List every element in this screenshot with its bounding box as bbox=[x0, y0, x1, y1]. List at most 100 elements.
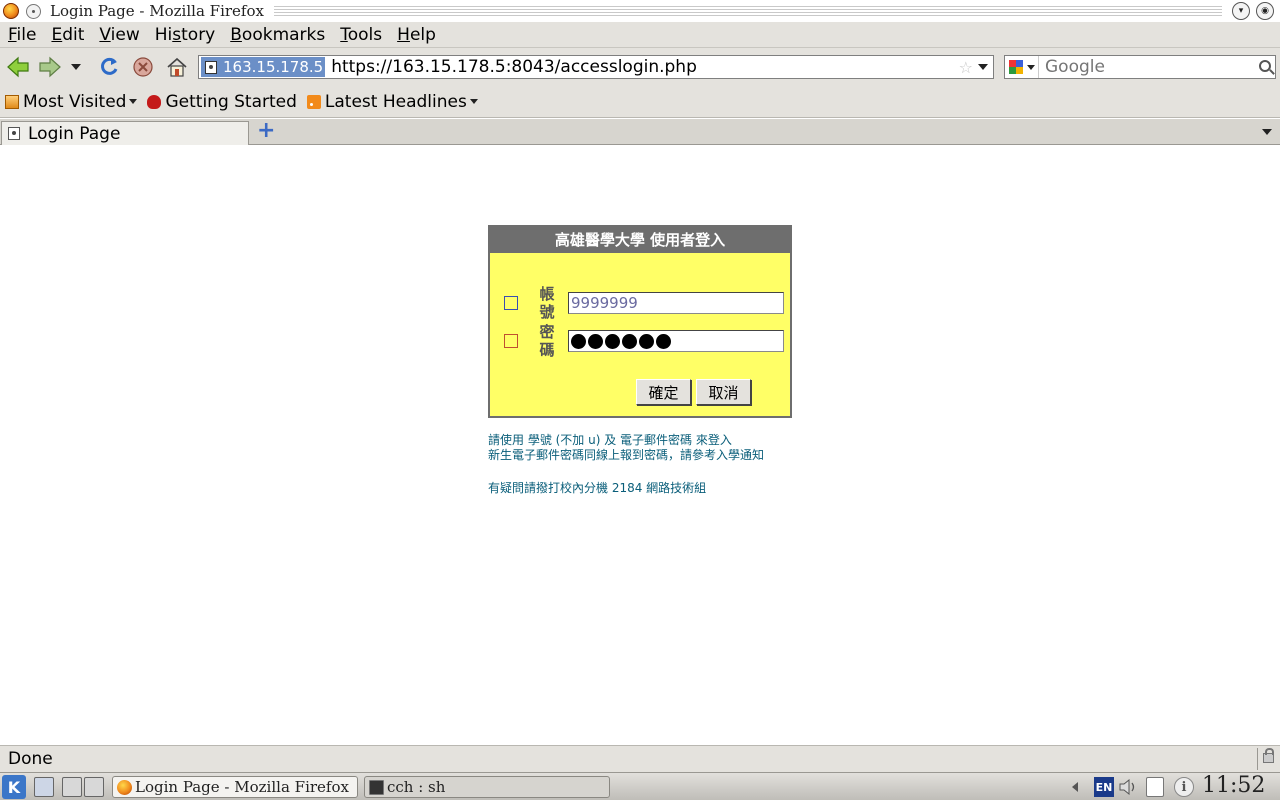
cancel-button[interactable]: 取消 bbox=[696, 379, 751, 405]
bookmark-label: Latest Headlines bbox=[324, 91, 467, 112]
password-mask-dot bbox=[588, 334, 603, 349]
menu-edit[interactable]: Edit bbox=[51, 25, 84, 45]
site-identity-label: 163.15.178.5 bbox=[223, 58, 324, 76]
tab-list-dropdown-icon[interactable] bbox=[1262, 129, 1272, 135]
menu-label: ile bbox=[16, 24, 37, 45]
account-label: 帳號 bbox=[539, 285, 555, 321]
pager-desktop-1-icon[interactable] bbox=[62, 777, 82, 797]
menu-label: Hi bbox=[154, 24, 173, 45]
terminal-icon bbox=[369, 779, 384, 795]
help-contact-note: 有疑問請撥打校內分機 2184 網路技術組 bbox=[488, 481, 707, 495]
bookmark-label: Most Visited bbox=[23, 91, 127, 112]
url-input[interactable]: https://163.15.178.5:8043/accesslogin.ph… bbox=[331, 57, 697, 77]
menu-help[interactable]: Help bbox=[397, 25, 436, 45]
password-row: 密碼 bbox=[504, 323, 784, 359]
status-bar: Done bbox=[0, 745, 1280, 772]
menubar: File Edit View History Bookmarks Tools H… bbox=[0, 22, 1280, 48]
menu-view[interactable]: View bbox=[99, 25, 139, 45]
bookmark-getting-started[interactable]: Getting Started bbox=[147, 91, 297, 112]
tray-expand-icon[interactable] bbox=[1072, 782, 1078, 792]
volume-icon[interactable] bbox=[1118, 779, 1138, 795]
stop-button[interactable] bbox=[130, 54, 156, 80]
menu-tools[interactable]: Tools bbox=[340, 25, 382, 45]
menu-label: dit bbox=[62, 24, 85, 45]
back-arrow-icon bbox=[7, 56, 29, 78]
login-form: 高雄醫學大學 使用者登入 帳號 密碼 確定 取消 bbox=[488, 225, 792, 418]
forward-button[interactable] bbox=[37, 54, 63, 80]
pager-desktop-2-icon[interactable] bbox=[84, 777, 104, 797]
new-student-note: 新生電子郵件密碼同線上報到密碼，請參考入學通知 bbox=[488, 448, 765, 462]
keyboard-layout-indicator[interactable]: EN bbox=[1094, 777, 1114, 797]
search-icon[interactable] bbox=[1259, 60, 1271, 72]
chevron-down-icon bbox=[1027, 64, 1035, 70]
menu-label: tory bbox=[181, 24, 216, 45]
task-firefox[interactable]: Login Page - Mozilla Firefox bbox=[112, 776, 358, 798]
status-divider bbox=[1257, 748, 1258, 770]
reload-icon bbox=[101, 57, 118, 75]
bookmark-label: Getting Started bbox=[165, 91, 297, 112]
rss-feed-icon bbox=[306, 94, 321, 109]
url-history-dropdown-icon[interactable] bbox=[978, 64, 988, 70]
menu-accel: V bbox=[99, 24, 111, 45]
password-mask-dot bbox=[605, 334, 620, 349]
tab-strip: Login Page + bbox=[0, 119, 1280, 145]
tab-label: Login Page bbox=[28, 123, 121, 144]
new-tab-plus-icon[interactable]: + bbox=[257, 120, 275, 142]
home-button[interactable] bbox=[164, 54, 190, 80]
url-bar[interactable]: 163.15.178.5 https://163.15.178.5:8043/a… bbox=[198, 55, 994, 79]
most-visited-icon bbox=[5, 94, 19, 109]
tab-login-page[interactable]: Login Page bbox=[1, 121, 249, 145]
account-row: 帳號 bbox=[504, 285, 784, 321]
clock[interactable]: 11:52 bbox=[1202, 773, 1265, 798]
chevron-down-icon bbox=[129, 99, 138, 104]
show-desktop-icon[interactable] bbox=[34, 777, 54, 797]
password-mask-dot bbox=[656, 334, 671, 349]
ok-button[interactable]: 確定 bbox=[636, 379, 691, 405]
task-label: Login Page - Mozilla Firefox bbox=[135, 778, 349, 796]
menu-accel: T bbox=[340, 24, 348, 45]
menu-bookmarks[interactable]: Bookmarks bbox=[230, 25, 325, 45]
menu-accel: s bbox=[172, 24, 182, 45]
firefox-bookmark-icon bbox=[147, 94, 162, 109]
window-sticky-icon[interactable] bbox=[26, 3, 41, 19]
clipboard-icon[interactable] bbox=[1146, 777, 1164, 797]
history-dropdown-button[interactable] bbox=[66, 54, 86, 80]
menu-label: elp bbox=[409, 24, 436, 45]
home-icon bbox=[167, 57, 187, 77]
menu-label: ookmarks bbox=[241, 24, 326, 45]
menu-accel: B bbox=[230, 24, 242, 45]
info-icon[interactable]: i bbox=[1174, 777, 1194, 797]
menu-file[interactable]: File bbox=[8, 25, 36, 45]
menu-label: iew bbox=[110, 24, 140, 45]
page-icon bbox=[205, 60, 217, 74]
bookmark-latest-headlines[interactable]: Latest Headlines bbox=[306, 91, 478, 112]
account-input[interactable] bbox=[568, 292, 784, 314]
k-menu-button[interactable]: K bbox=[2, 775, 26, 799]
search-engine-selector[interactable] bbox=[1005, 56, 1039, 78]
task-terminal[interactable]: cch : sh bbox=[364, 776, 610, 798]
menu-accel: E bbox=[51, 24, 63, 45]
lock-icon[interactable] bbox=[1263, 748, 1274, 763]
bookmark-star-icon[interactable]: ☆ bbox=[959, 58, 973, 77]
search-input[interactable] bbox=[1045, 57, 1245, 77]
password-label: 密碼 bbox=[539, 323, 555, 359]
login-instruction: 請使用 學號 (不加 u) 及 電子郵件密碼 來登入 bbox=[488, 433, 732, 447]
search-bar[interactable] bbox=[1004, 55, 1276, 79]
back-button[interactable] bbox=[5, 54, 31, 80]
titlebar-decoration bbox=[273, 4, 1222, 18]
bookmark-most-visited[interactable]: Most Visited bbox=[5, 91, 138, 112]
minimize-window-icon[interactable]: ▾ bbox=[1232, 2, 1250, 20]
window-titlebar: Login Page - Mozilla Firefox ▾ ◉ bbox=[0, 0, 1280, 22]
task-label: cch : sh bbox=[387, 778, 446, 796]
password-input[interactable] bbox=[568, 330, 784, 352]
password-mask-dot bbox=[622, 334, 637, 349]
close-window-icon[interactable]: ◉ bbox=[1256, 2, 1274, 20]
menu-history[interactable]: History bbox=[155, 25, 216, 45]
login-header: 高雄醫學大學 使用者登入 bbox=[490, 227, 790, 253]
password-marker-icon bbox=[504, 334, 518, 348]
firefox-logo-icon[interactable] bbox=[3, 3, 19, 19]
window-title: Login Page - Mozilla Firefox bbox=[50, 2, 264, 20]
password-mask-dot bbox=[571, 334, 586, 349]
reload-button[interactable] bbox=[96, 54, 122, 80]
site-identity-button[interactable]: 163.15.178.5 bbox=[201, 57, 326, 77]
